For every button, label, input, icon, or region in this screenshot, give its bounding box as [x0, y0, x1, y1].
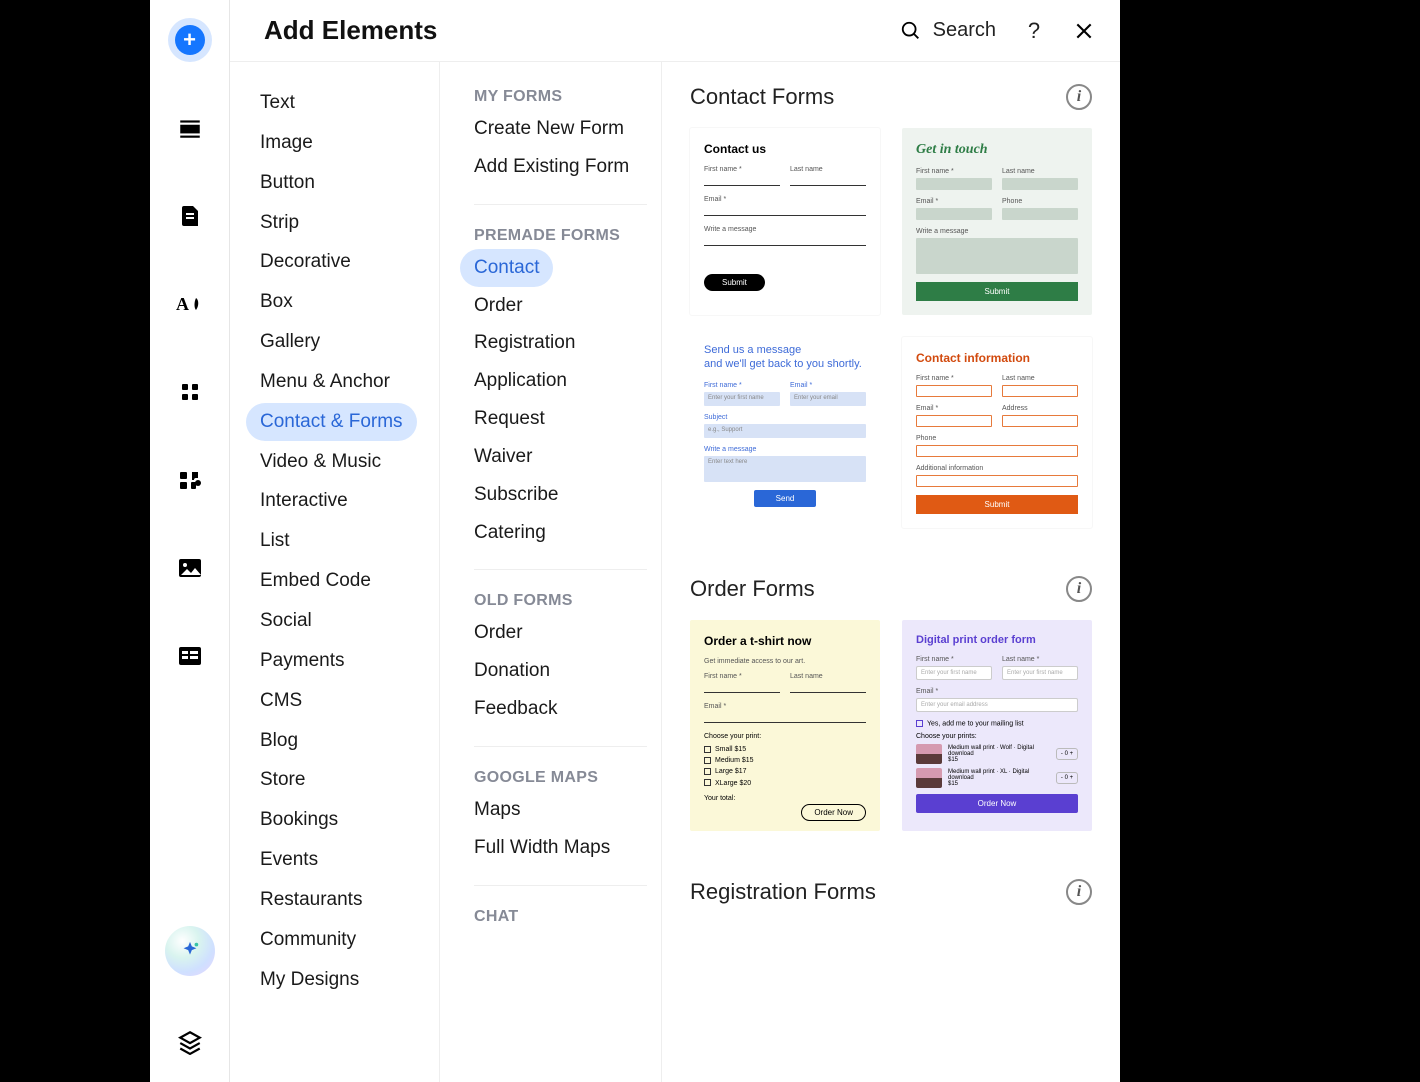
section-icon[interactable] [168, 106, 212, 150]
close-icon[interactable] [1072, 19, 1096, 43]
subcategory-item[interactable]: Add Existing Form [460, 148, 643, 186]
svg-text:A: A [176, 294, 189, 314]
category-item[interactable]: Box [246, 283, 307, 321]
media-icon[interactable] [168, 546, 212, 590]
subcategory-item[interactable]: Full Width Maps [460, 829, 624, 867]
category-item[interactable]: List [246, 522, 304, 560]
subcategory-item[interactable]: Order [460, 614, 537, 652]
category-item[interactable]: Embed Code [246, 562, 385, 600]
subcategory-item[interactable]: Contact [460, 249, 553, 287]
category-item[interactable]: Restaurants [246, 881, 376, 919]
category-item[interactable]: Menu & Anchor [246, 363, 404, 401]
form-preview-get-in-touch[interactable]: Get in touch First name * Last name Emai… [902, 128, 1092, 315]
subcategory-item[interactable]: Registration [460, 324, 589, 362]
preview-pane: Contact Forms i Contact us First name * … [662, 62, 1120, 1082]
category-item[interactable]: Gallery [246, 323, 334, 361]
subcategory-item[interactable]: Waiver [460, 438, 546, 476]
section-header-registration: Registration Forms i [690, 879, 1092, 905]
subcategory-item[interactable]: Request [460, 400, 559, 438]
category-item[interactable]: CMS [246, 682, 316, 720]
category-item[interactable]: Text [246, 84, 309, 122]
panel-header: Add Elements Search ? [230, 0, 1120, 62]
info-icon[interactable]: i [1066, 576, 1092, 602]
design-icon[interactable]: A [168, 282, 212, 326]
left-icon-rail: + A [150, 0, 230, 1082]
search-label: Search [933, 19, 996, 42]
form-preview-send-message[interactable]: Send us a messageand we'll get back to y… [690, 337, 880, 528]
section-title: Order Forms [690, 576, 815, 602]
divider [474, 746, 647, 747]
category-item[interactable]: Payments [246, 642, 358, 680]
search-icon [899, 19, 923, 43]
order-forms-grid: Order a t-shirt now Get immediate access… [690, 620, 1092, 831]
search-button[interactable]: Search [899, 19, 996, 43]
subcategory-list: MY FORMSCreate New FormAdd Existing Form… [440, 62, 662, 1082]
divider [474, 204, 647, 205]
ai-assistant-button[interactable] [165, 926, 215, 976]
category-item[interactable]: Interactive [246, 482, 362, 520]
category-item[interactable]: Contact & Forms [246, 403, 417, 441]
subcategory-group-label: GOOGLE MAPS [460, 765, 647, 791]
add-elements-panel: + A [150, 0, 1120, 1082]
divider [474, 885, 647, 886]
subcategory-item[interactable]: Create New Form [460, 110, 638, 148]
subcategory-group-label: MY FORMS [460, 84, 647, 110]
category-item[interactable]: Decorative [246, 243, 365, 281]
panel-main: Add Elements Search ? TextImageButtonStr… [230, 0, 1120, 1082]
subcategory-item[interactable]: Maps [460, 791, 534, 829]
section-title: Contact Forms [690, 84, 834, 110]
section-header-order: Order Forms i [690, 576, 1092, 602]
contact-forms-grid: Contact us First name * Last name Email … [690, 128, 1092, 528]
content-manager-icon[interactable] [168, 634, 212, 678]
category-item[interactable]: Image [246, 124, 327, 162]
category-list: TextImageButtonStripDecorativeBoxGallery… [230, 62, 440, 1082]
form-preview-tshirt-order[interactable]: Order a t-shirt now Get immediate access… [690, 620, 880, 831]
help-icon[interactable]: ? [1022, 19, 1046, 43]
category-item[interactable]: Bookings [246, 801, 352, 839]
panel-body: TextImageButtonStripDecorativeBoxGallery… [230, 62, 1120, 1082]
subcategory-group-label: OLD FORMS [460, 588, 647, 614]
subcategory-item[interactable]: Subscribe [460, 476, 573, 514]
category-item[interactable]: Button [246, 164, 329, 202]
form-preview-digital-print[interactable]: Digital print order form First name *Ent… [902, 620, 1092, 831]
page-icon[interactable] [168, 194, 212, 238]
subcategory-item[interactable]: Feedback [460, 690, 571, 728]
section-header-contact: Contact Forms i [690, 84, 1092, 110]
subcategory-group-label: PREMADE FORMS [460, 223, 647, 249]
add-elements-rail-button[interactable]: + [168, 18, 212, 62]
info-icon[interactable]: i [1066, 84, 1092, 110]
category-item[interactable]: Strip [246, 204, 313, 242]
form-preview-contact-info[interactable]: Contact information First name * Last na… [902, 337, 1092, 528]
category-item[interactable]: Video & Music [246, 443, 395, 481]
category-item[interactable]: My Designs [246, 961, 373, 999]
layers-icon[interactable] [168, 1020, 212, 1064]
category-item[interactable]: Events [246, 841, 332, 879]
apps-icon[interactable] [168, 370, 212, 414]
divider [474, 569, 647, 570]
subcategory-item[interactable]: Donation [460, 652, 564, 690]
subcategory-item[interactable]: Application [460, 362, 581, 400]
subcategory-item[interactable]: Catering [460, 514, 560, 552]
category-item[interactable]: Store [246, 761, 319, 799]
panel-title: Add Elements [264, 15, 437, 46]
section-title: Registration Forms [690, 879, 876, 905]
plus-icon: + [175, 25, 205, 55]
subcategory-group-label: CHAT [460, 904, 647, 930]
form-preview-contact-us[interactable]: Contact us First name * Last name Email … [690, 128, 880, 315]
category-item[interactable]: Social [246, 602, 326, 640]
plugins-icon[interactable] [168, 458, 212, 502]
subcategory-item[interactable]: Order [460, 287, 537, 325]
category-item[interactable]: Community [246, 921, 370, 959]
category-item[interactable]: Blog [246, 722, 312, 760]
info-icon[interactable]: i [1066, 879, 1092, 905]
